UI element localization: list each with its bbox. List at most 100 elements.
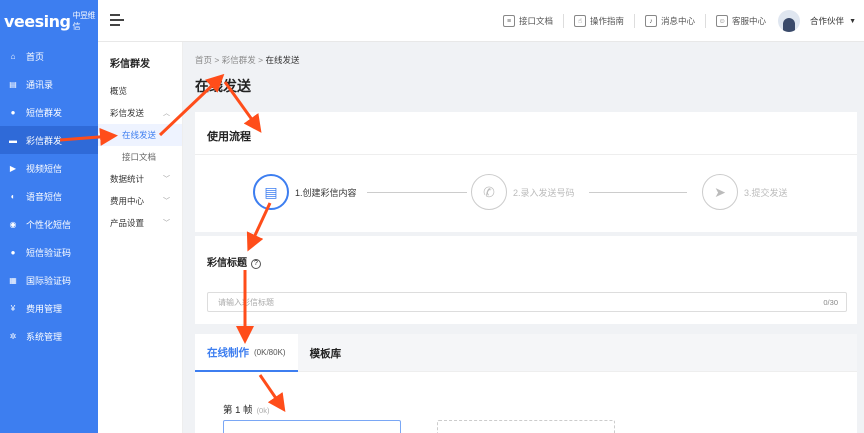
sidebar-item-label: 个性化短信 xyxy=(26,219,72,230)
sidebar-item-label: 视频短信 xyxy=(26,163,63,174)
frame-editor-box[interactable] xyxy=(223,420,401,433)
breadcrumb: 首页 > 彩信群发 > 在线发送 xyxy=(195,54,299,66)
top-link-label: 操作指南 xyxy=(590,16,625,26)
brand-logo[interactable]: veesing 中昱维信 xyxy=(0,0,98,42)
sidebar-item-label: 语音短信 xyxy=(26,191,63,202)
hand-icon: ☝ xyxy=(574,15,586,27)
user-icon: ◉ xyxy=(9,219,17,229)
sidebar-item-fee[interactable]: ¥ 费用管理 xyxy=(0,294,98,322)
subnav-stats[interactable]: 数据统计 ﹀ xyxy=(98,168,182,190)
sidebar-item-label: 短信群发 xyxy=(26,107,63,118)
breadcrumb-section[interactable]: 彩信群发 xyxy=(222,55,256,65)
subnav-api-doc[interactable]: 接口文档 xyxy=(98,146,182,168)
chevron-up-icon: ︿ xyxy=(163,110,170,117)
avatar[interactable] xyxy=(778,10,801,32)
flow-step-label: 2.录入发送号码 xyxy=(513,187,575,198)
tab-online-label: 在线制作 xyxy=(207,346,249,359)
flow-step-label: 3.提交发送 xyxy=(744,187,788,198)
flow-connector xyxy=(367,192,467,193)
sidebar-item-voice[interactable]: ◐ 语音短信 xyxy=(0,182,98,210)
mms-icon: ▬ xyxy=(9,135,17,145)
tab-online-size: (0K/80K) xyxy=(254,347,286,357)
top-link-label: 消息中心 xyxy=(661,16,696,26)
help-icon[interactable]: ? xyxy=(251,259,261,269)
subnav-overview[interactable]: 概览 xyxy=(98,80,182,102)
subnav-online-send[interactable]: 在线发送 xyxy=(98,124,182,146)
sidebar-item-label: 首页 xyxy=(26,51,45,62)
mms-title-label: 彩信标题? xyxy=(207,254,261,269)
brand-name: veesing xyxy=(4,11,71,31)
phone-icon: ✆ xyxy=(471,174,507,210)
sidebar-item-sms[interactable]: ● 短信群发 xyxy=(0,98,98,126)
sidebar-item-global[interactable]: ▦ 国际验证码 xyxy=(0,266,98,294)
divider xyxy=(705,14,707,28)
global-icon: ▦ xyxy=(9,275,17,285)
tab-template-label: 模板库 xyxy=(309,347,342,360)
user-caret-icon[interactable]: ▼ xyxy=(849,18,856,25)
editor-tabs: 在线制作 (0K/80K) 模板库 xyxy=(195,334,857,372)
contacts-icon: ▤ xyxy=(9,79,17,89)
menu-toggle-icon[interactable] xyxy=(110,14,124,29)
frame-add-box[interactable] xyxy=(437,420,615,433)
flow-step-2: ✆ 2.录入发送号码 xyxy=(471,174,575,210)
divider xyxy=(195,154,857,155)
user-name[interactable]: 合作伙伴 xyxy=(810,15,844,27)
sidebar-item-user[interactable]: ◉ 个性化短信 xyxy=(0,210,98,238)
char-count: 0/30 xyxy=(823,298,838,307)
sidebar-item-mms[interactable]: ▬ 彩信群发 xyxy=(0,126,98,154)
doc-icon: ≡ xyxy=(502,15,515,27)
main-sidebar: veesing 中昱维信 ⌂ 首页 ▤ 通讯录 ● 短信群发 ▬ 彩信群发 ▶ 视频短信 ◐ 语音短信 ◉… xyxy=(0,0,98,433)
sub-nav: 彩信群发 概览 彩信发送 ︿ 在线发送 接口文档 数据统计 ﹀ 费用中心 ﹀ 产品设置… xyxy=(98,42,183,433)
subnav-api-doc-label: 接口文档 xyxy=(122,152,157,162)
flow-step-label: 1.创建彩信内容 xyxy=(295,187,357,198)
flow-step-3: ➤ 3.提交发送 xyxy=(702,174,788,210)
mms-title-card: 彩信标题? 请输入彩信标题 0/30 xyxy=(195,236,857,324)
voice-icon: ◐ xyxy=(10,191,16,201)
flow-step-1: ▤ 1.创建彩信内容 xyxy=(253,174,357,210)
document-icon: ▤ xyxy=(253,174,289,210)
sidebar-item-video[interactable]: ▶ 视频短信 xyxy=(0,154,98,182)
subnav-fees[interactable]: 费用中心 ﹀ xyxy=(98,190,182,212)
breadcrumb-home[interactable]: 首页 xyxy=(195,55,212,65)
fee-icon: ¥ xyxy=(10,303,16,313)
top-link-hand[interactable]: ☝ 操作指南 xyxy=(574,15,624,27)
sidebar-item-label: 国际验证码 xyxy=(26,275,72,286)
sidebar-item-verify[interactable]: ● 短信验证码 xyxy=(0,238,98,266)
top-link-doc[interactable]: ≡ 接口文档 xyxy=(502,15,553,27)
frame-label-text: 第 1 帧 xyxy=(223,405,253,416)
subnav-group-send[interactable]: 彩信发送 ︿ xyxy=(98,102,182,124)
chevron-down-icon: ﹀ xyxy=(163,198,170,205)
support-icon: ☺ xyxy=(716,15,729,27)
sidebar-item-home[interactable]: ⌂ 首页 xyxy=(0,42,98,70)
divider xyxy=(563,14,564,28)
bell-icon: ♪ xyxy=(645,15,658,27)
subnav-product-label: 产品设置 xyxy=(110,218,145,228)
tab-online-make[interactable]: 在线制作 (0K/80K) xyxy=(195,334,298,372)
sidebar-item-settings[interactable]: ✲ 系统管理 xyxy=(0,322,98,350)
subnav-overview-label: 概览 xyxy=(110,86,128,96)
main-content: 首页 > 彩信群发 > 在线发送 在线发送 使用流程 ▤ 1.创建彩信内容 ✆ … xyxy=(183,42,864,433)
sidebar-item-label: 通讯录 xyxy=(26,79,54,90)
frame-size: (0k) xyxy=(256,406,270,415)
brand-sub: 中昱维信 xyxy=(72,11,95,31)
subnav-group-send-label: 彩信发送 xyxy=(110,108,145,118)
top-link-support[interactable]: ☺ 客服中心 xyxy=(716,15,766,27)
mms-title-placeholder: 请输入彩信标题 xyxy=(218,297,274,307)
mms-title-input[interactable]: 请输入彩信标题 0/30 xyxy=(207,292,847,312)
flow-card: 使用流程 ▤ 1.创建彩信内容 ✆ 2.录入发送号码 ➤ 3.提交发送 xyxy=(195,112,857,232)
subnav-online-send-label: 在线发送 xyxy=(122,130,157,140)
subnav-product[interactable]: 产品设置 ﹀ xyxy=(98,212,182,234)
divider xyxy=(634,14,636,28)
sidebar-item-contacts[interactable]: ▤ 通讯录 xyxy=(0,70,98,98)
top-link-label: 接口文档 xyxy=(518,16,553,26)
breadcrumb-sep-icon: > xyxy=(214,55,222,65)
subnav-fees-label: 费用中心 xyxy=(110,196,145,206)
mms-title-text: 彩信标题 xyxy=(207,258,247,269)
subnav-title: 彩信群发 xyxy=(110,59,150,70)
top-link-label: 客服中心 xyxy=(732,16,767,26)
top-link-bell[interactable]: ♪ 消息中心 xyxy=(645,15,695,27)
chevron-down-icon: ﹀ xyxy=(163,220,170,227)
sidebar-item-label: 费用管理 xyxy=(26,303,63,314)
verify-icon: ● xyxy=(10,247,16,257)
tab-template-library[interactable]: 模板库 xyxy=(298,334,354,372)
